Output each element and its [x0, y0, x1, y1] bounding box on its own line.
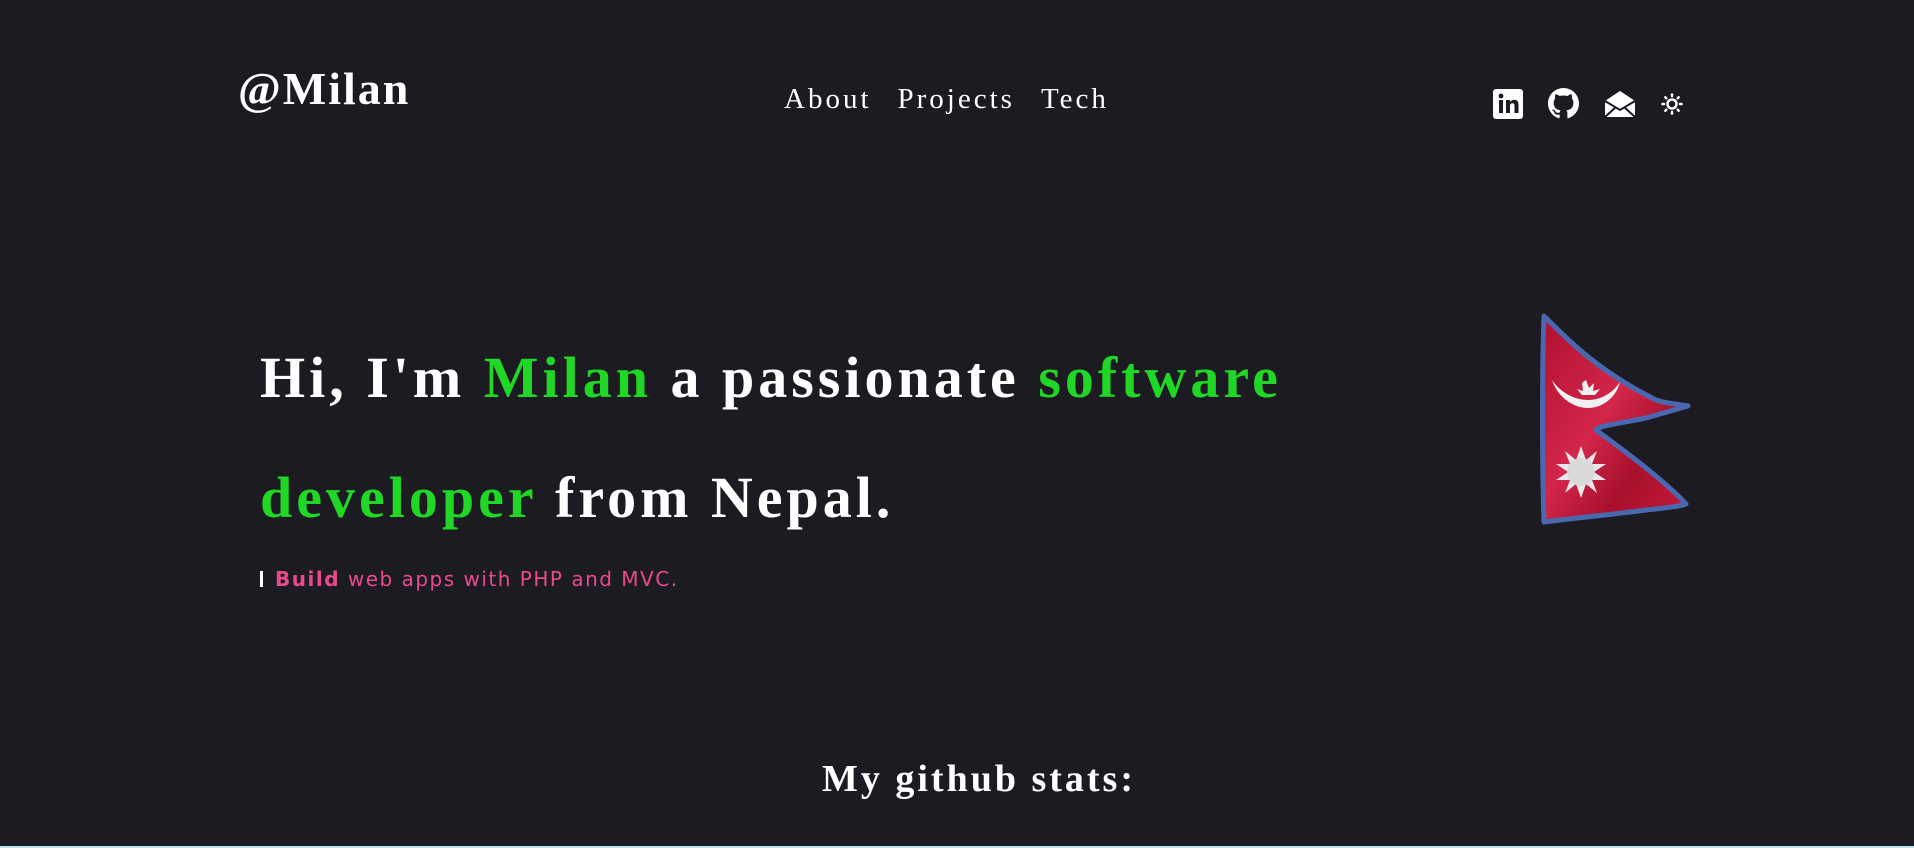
typing-tagline: Build web apps with PHP and MVC. — [260, 565, 679, 593]
hero-role-developer: developer — [260, 465, 537, 530]
hero-text-intro: Hi, I'm — [260, 345, 484, 410]
mail-icon[interactable] — [1604, 89, 1636, 119]
linkedin-icon[interactable] — [1493, 88, 1523, 119]
social-links — [1493, 88, 1683, 119]
tagline-text: web apps with PHP and MVC. — [340, 567, 679, 591]
nav-link-about[interactable]: About — [784, 85, 872, 114]
hero-heading: Hi, I'm Milan a passionate software deve… — [260, 318, 1400, 558]
github-icon[interactable] — [1548, 88, 1579, 119]
nav-link-projects[interactable]: Projects — [898, 85, 1015, 114]
hero-text-middle: a passionate — [651, 345, 1039, 410]
hero-name: Milan — [483, 345, 652, 410]
github-stats-title: My github stats: — [821, 758, 1137, 800]
nav-link-tech[interactable]: Tech — [1041, 85, 1109, 114]
theme-toggle-sun-icon[interactable] — [1661, 92, 1683, 115]
nepal-flag-icon — [1536, 312, 1692, 528]
hero-role-software: software — [1038, 345, 1282, 410]
typing-cursor — [260, 571, 263, 587]
hero-text-origin: from Nepal. — [536, 465, 895, 530]
site-brand[interactable]: @Milan — [238, 66, 410, 112]
tagline-verb: Build — [275, 567, 341, 591]
main-nav: About Projects Tech — [784, 85, 1109, 114]
